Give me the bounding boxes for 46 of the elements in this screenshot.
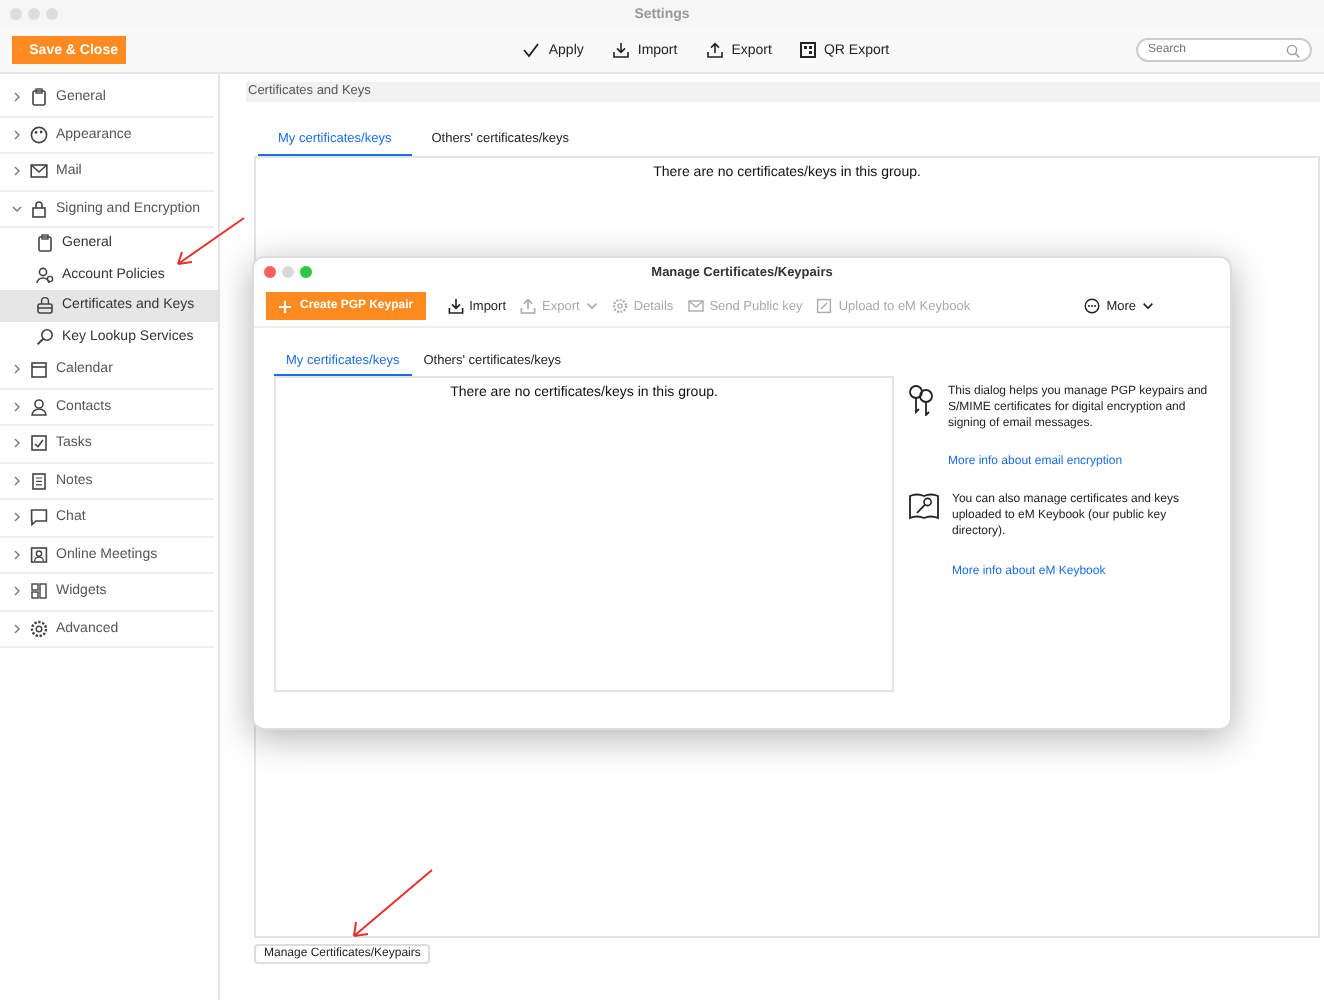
check-icon [522,42,541,58]
chevron-icon [12,512,22,523]
note-icon [30,471,48,490]
people-icon [36,265,54,284]
gear-icon [611,298,628,314]
chevron-icon [12,623,22,634]
chevron-icon [12,549,22,560]
download-icon [447,298,464,314]
chevron-icon [12,166,22,177]
qr-code-icon [799,42,816,58]
edit-icon [816,298,833,314]
chevron-icon [12,92,22,103]
chevron-icon [12,475,22,486]
clip-icon [36,234,54,253]
caret-icon [1142,302,1154,310]
download-icon [611,42,630,58]
upload-icon [705,42,724,58]
chat-icon [30,508,48,527]
keys-icon [908,384,936,416]
lockbag-icon [36,296,54,315]
upload-icon [520,298,537,314]
clip-icon [30,88,48,107]
task-icon [30,434,48,453]
widget-icon [30,582,48,601]
search-icon [1286,43,1300,57]
person-icon [30,397,48,416]
chevron-icon [12,586,22,597]
meet-icon [30,545,48,564]
chevron-icon [12,364,22,375]
gear-icon [30,619,48,638]
palette-icon [30,125,48,144]
plus-icon [278,299,292,313]
chevron-icon [12,401,22,412]
mail-icon [30,162,48,181]
chevron-icon [12,438,22,449]
search-icon [36,327,54,346]
lock-icon [30,199,48,218]
annotation-arrow [174,216,246,268]
chevron-icon [12,129,22,140]
cal-icon [30,360,48,379]
chevron-icon [12,203,22,214]
book-key-icon [908,492,940,521]
envelope-icon [687,298,704,314]
caret-icon [585,302,598,310]
more-icon [1084,298,1101,314]
annotation-arrow [350,868,434,940]
